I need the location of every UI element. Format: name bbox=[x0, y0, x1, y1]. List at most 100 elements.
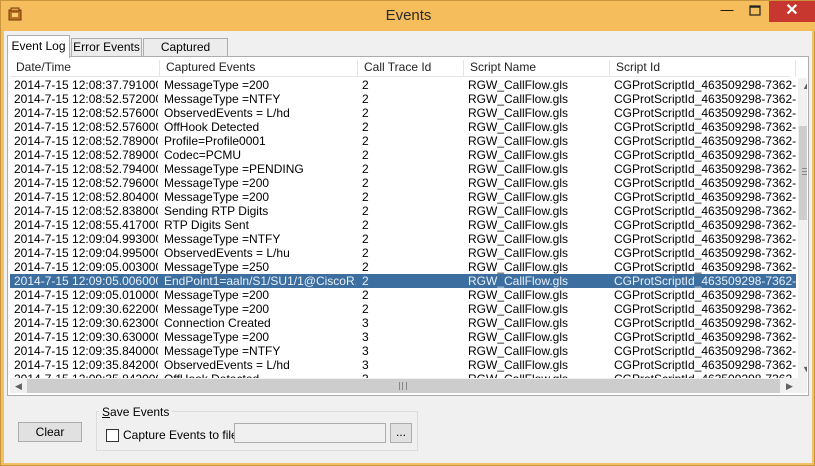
cell-call-trace-id: 2 bbox=[362, 78, 369, 92]
table-row[interactable]: 2014-7-15 12:09:30.622000 MessageType =20… bbox=[10, 302, 796, 316]
client-area: Event Log Error Events Captured Errors D… bbox=[4, 31, 812, 463]
cell-datetime: 2014-7-15 12:09:30.630000 bbox=[14, 330, 158, 344]
minimize-button[interactable]: — bbox=[713, 1, 741, 23]
cell-script-name: RGW_CallFlow.gls bbox=[468, 204, 569, 218]
horizontal-scrollbar[interactable]: ◀ ▶ bbox=[10, 378, 798, 393]
table-row[interactable]: 2014-7-15 12:09:05.003000 MessageType =25… bbox=[10, 260, 796, 274]
vertical-scroll-thumb[interactable] bbox=[799, 126, 807, 220]
cell-call-trace-id: 2 bbox=[362, 246, 369, 260]
cell-script-name: RGW_CallFlow.gls bbox=[468, 260, 569, 274]
cell-call-trace-id: 2 bbox=[362, 120, 369, 134]
table-row[interactable]: 2014-7-15 12:08:52.572000 MessageType =NT… bbox=[10, 92, 796, 106]
cell-script-id: CGProtScriptId_463509298-7362-7400 bbox=[614, 288, 796, 302]
browse-button[interactable]: ... bbox=[390, 423, 412, 443]
table-row[interactable]: 2014-7-15 12:08:37.791000 MessageType =20… bbox=[10, 78, 796, 92]
column-header-datetime[interactable]: Date/Time bbox=[10, 60, 160, 77]
cell-captured-event: MessageType =200 bbox=[164, 176, 270, 190]
scroll-corner bbox=[798, 378, 807, 393]
column-header-captured-events[interactable]: Captured Events bbox=[160, 60, 358, 77]
cell-script-id: CGProtScriptId_463509298-7362-7400 bbox=[614, 246, 796, 260]
cell-script-name: RGW_CallFlow.gls bbox=[468, 330, 569, 344]
table-row[interactable]: 2014-7-15 12:08:52.576000 OffHook Detecte… bbox=[10, 120, 796, 134]
cell-script-id: CGProtScriptId_463509298-7362-7400 bbox=[614, 274, 796, 288]
tab-error-events[interactable]: Error Events bbox=[71, 38, 142, 57]
scroll-right-icon[interactable]: ▶ bbox=[781, 378, 798, 393]
column-header-script-id[interactable]: Script Id bbox=[610, 60, 796, 77]
maximize-button[interactable] bbox=[741, 1, 769, 23]
save-events-label-mnemonic: S bbox=[102, 405, 111, 419]
cell-script-name: RGW_CallFlow.gls bbox=[468, 176, 569, 190]
save-events-label-rest: ave Events bbox=[110, 405, 170, 419]
cell-script-name: RGW_CallFlow.gls bbox=[468, 302, 569, 316]
cell-script-name: RGW_CallFlow.gls bbox=[468, 344, 569, 358]
cell-captured-event: ObservedEvents = L/hd bbox=[164, 358, 290, 372]
table-row[interactable]: 2014-7-15 12:08:52.789000 Profile=Profile… bbox=[10, 134, 796, 148]
tab-captured-errors[interactable]: Captured Errors bbox=[143, 38, 228, 71]
cell-script-id: CGProtScriptId_463509298-7362-7400 bbox=[614, 330, 796, 344]
table-row[interactable]: 2014-7-15 12:08:52.796000 MessageType =20… bbox=[10, 176, 796, 190]
file-path-input[interactable] bbox=[234, 423, 386, 443]
cell-captured-event: MessageType =200 bbox=[164, 302, 270, 316]
table-row[interactable]: 2014-7-15 12:09:04.993000 MessageType =NT… bbox=[10, 232, 796, 246]
event-list[interactable]: Date/Time Captured Events Call Trace Id … bbox=[10, 60, 807, 393]
cell-captured-event: ObservedEvents = L/hd bbox=[164, 106, 290, 120]
scroll-down-icon[interactable]: ▼ bbox=[798, 361, 807, 378]
cell-call-trace-id: 3 bbox=[362, 316, 369, 330]
cell-script-id: CGProtScriptId_463509298-7362-7400 bbox=[614, 204, 796, 218]
cell-datetime: 2014-7-15 12:09:35.840000 bbox=[14, 344, 158, 358]
table-row[interactable]: 2014-7-15 12:08:52.838000 Sending RTP Dig… bbox=[10, 204, 796, 218]
cell-captured-event: OffHook Detected bbox=[164, 120, 260, 134]
horizontal-scroll-thumb[interactable] bbox=[27, 379, 780, 393]
table-row[interactable]: 2014-7-15 12:09:30.623000 Connection Crea… bbox=[10, 316, 796, 330]
cell-script-name: RGW_CallFlow.gls bbox=[468, 134, 569, 148]
close-button[interactable]: ✕ bbox=[769, 1, 815, 22]
tab-event-log[interactable]: Event Log bbox=[7, 35, 70, 58]
table-row[interactable]: 2014-7-15 12:09:35.842000 ObservedEvents … bbox=[10, 358, 796, 372]
cell-captured-event: MessageType =250 bbox=[164, 260, 270, 274]
cell-call-trace-id: 2 bbox=[362, 148, 369, 162]
cell-script-name: RGW_CallFlow.gls bbox=[468, 190, 569, 204]
cell-script-id: CGProtScriptId_463509298-7362-7400 bbox=[614, 344, 796, 358]
cell-datetime: 2014-7-15 12:08:52.838000 bbox=[14, 204, 158, 218]
cell-datetime: 2014-7-15 12:08:52.576000 bbox=[14, 106, 158, 120]
table-row[interactable]: 2014-7-15 12:09:05.006000 EndPoint1=aaln/… bbox=[10, 274, 796, 288]
cell-script-name: RGW_CallFlow.gls bbox=[468, 148, 569, 162]
cell-call-trace-id: 2 bbox=[362, 176, 369, 190]
column-header-script-name[interactable]: Script Name bbox=[464, 60, 610, 77]
table-row[interactable]: 2014-7-15 12:08:52.789000 Codec=PCMU 2 RGW_… bbox=[10, 148, 796, 162]
cell-script-name: RGW_CallFlow.gls bbox=[468, 274, 569, 288]
title-bar[interactable]: Events — ✕ bbox=[1, 1, 815, 31]
cell-script-id: CGProtScriptId_463509298-7362-7400 bbox=[614, 218, 796, 232]
vertical-scrollbar[interactable]: ▲ ▼ bbox=[798, 78, 807, 378]
cell-captured-event: Sending RTP Digits bbox=[164, 204, 269, 218]
column-header-call-trace-id[interactable]: Call Trace Id bbox=[358, 60, 464, 77]
scroll-left-icon[interactable]: ◀ bbox=[10, 378, 27, 393]
grip-icon bbox=[399, 382, 407, 390]
table-row[interactable]: 2014-7-15 12:08:52.794000 MessageType =PE… bbox=[10, 162, 796, 176]
cell-datetime: 2014-7-15 12:09:30.623000 bbox=[14, 316, 158, 330]
cell-datetime: 2014-7-15 12:08:52.794000 bbox=[14, 162, 158, 176]
cell-script-id: CGProtScriptId_463509298-7362-7400 bbox=[614, 232, 796, 246]
table-row[interactable]: 2014-7-15 12:08:55.417000 RTP Digits Sent… bbox=[10, 218, 796, 232]
table-row[interactable]: 2014-7-15 12:08:52.576000 ObservedEvents … bbox=[10, 106, 796, 120]
cell-script-id: CGProtScriptId_463509298-7362-7400 bbox=[614, 106, 796, 120]
cell-script-id: CGProtScriptId_463509298-7362-7400 bbox=[614, 162, 796, 176]
capture-events-checkbox[interactable] bbox=[106, 429, 119, 442]
capture-events-label[interactable]: Capture Events to file bbox=[123, 428, 238, 442]
cell-captured-event: EndPoint1=aaln/S1/SU1/1@CiscoR... bbox=[164, 274, 356, 288]
list-rows: 2014-7-15 12:08:37.791000 MessageType =20… bbox=[10, 78, 796, 378]
cell-call-trace-id: 2 bbox=[362, 92, 369, 106]
cell-script-id: CGProtScriptId_463509298-7362-7400 bbox=[614, 260, 796, 274]
table-row[interactable]: 2014-7-15 12:09:05.010000 MessageType =20… bbox=[10, 288, 796, 302]
table-row[interactable]: 2014-7-15 12:09:30.630000 MessageType =20… bbox=[10, 330, 796, 344]
table-row[interactable]: 2014-7-15 12:09:04.995000 ObservedEvents … bbox=[10, 246, 796, 260]
cell-captured-event: MessageType =NTFY bbox=[164, 344, 281, 358]
cell-script-id: CGProtScriptId_463509298-7362-7400 bbox=[614, 358, 796, 372]
scroll-up-icon[interactable]: ▲ bbox=[798, 78, 807, 95]
cell-call-trace-id: 3 bbox=[362, 330, 369, 344]
table-row[interactable]: 2014-7-15 12:08:52.804000 MessageType =20… bbox=[10, 190, 796, 204]
table-row[interactable]: 2014-7-15 12:09:35.840000 MessageType =NT… bbox=[10, 344, 796, 358]
cell-datetime: 2014-7-15 12:09:05.010000 bbox=[14, 288, 158, 302]
cell-script-name: RGW_CallFlow.gls bbox=[468, 232, 569, 246]
clear-button[interactable]: Clear bbox=[18, 422, 82, 442]
